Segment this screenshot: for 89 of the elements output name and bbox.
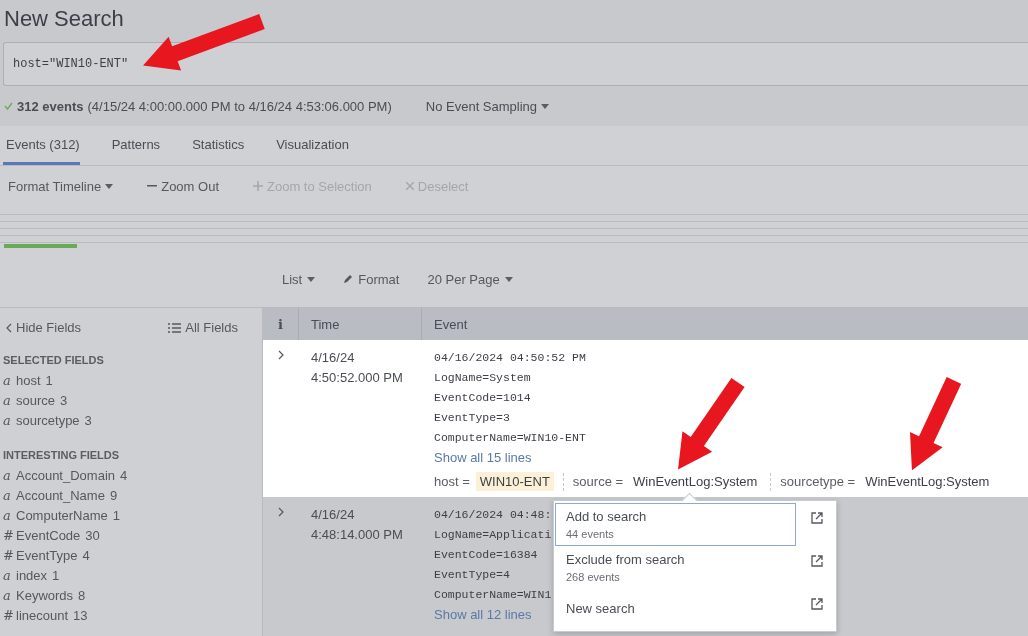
field-name[interactable]: Keywords	[16, 587, 74, 603]
toolbar-button[interactable]: Zoom Out	[147, 178, 219, 194]
section-heading: SELECTED FIELDS	[3, 354, 105, 366]
field-count: 3	[60, 392, 68, 408]
field-value[interactable]: WIN10-ENT	[475, 472, 554, 491]
event-line: EventCode=1014	[434, 390, 531, 406]
field-count: 1	[112, 507, 120, 523]
field-count: 8	[78, 587, 86, 603]
event-line: 04/16/2024 04:50:52 PM	[434, 350, 586, 366]
caret-icon	[307, 276, 316, 282]
field-count: 13	[73, 607, 88, 623]
field-count: 4	[82, 547, 90, 563]
event-line: EventType=3	[434, 410, 510, 426]
external-link-icon	[811, 555, 823, 567]
event-line: 04/16/2024 04:48:	[434, 507, 552, 523]
page-title: New Search	[3, 5, 125, 33]
field-count: 9	[109, 487, 118, 503]
field-count: 1	[52, 567, 60, 583]
check-icon	[4, 102, 13, 110]
plus-icon	[253, 181, 263, 191]
field-type: a	[3, 372, 11, 388]
chevron-right-icon[interactable]	[278, 507, 284, 517]
menu-item[interactable]: Exclude from search 268 events	[555, 546, 796, 589]
field-count: 3	[84, 412, 92, 428]
field-value[interactable]: WinEventLog:System	[629, 472, 762, 491]
field-name[interactable]: host	[16, 372, 41, 388]
field-type: a	[3, 487, 11, 503]
toolbar-button[interactable]: List	[282, 271, 316, 287]
tab[interactable]: Visualization	[276, 126, 349, 165]
field-type: a	[3, 392, 11, 408]
toolbar-button[interactable]: 20 Per Page	[427, 271, 513, 287]
caret-icon	[504, 276, 513, 282]
field-name[interactable]: sourcetype	[16, 412, 80, 428]
field-type: a	[3, 587, 11, 603]
chevron-left-icon	[6, 322, 12, 333]
event-line: ComputerName=WIN10-ENT	[434, 430, 586, 446]
field-key: sourcetype =	[780, 474, 856, 489]
column-header: Event	[433, 315, 469, 334]
event-line: EventCode=16384	[434, 547, 538, 563]
field-key: host =	[434, 474, 470, 489]
field-type: #	[3, 547, 11, 563]
caret-icon	[105, 183, 114, 189]
section-heading: INTERESTING FIELDS	[3, 449, 121, 461]
search-field[interactable]: host="WIN10-ENT"	[3, 42, 1028, 86]
external-link-icon	[811, 512, 823, 524]
field-count: 1	[45, 372, 53, 388]
field-type: a	[3, 412, 11, 428]
field-name[interactable]: Account_Domain	[16, 467, 115, 483]
toolbar-button[interactable]: Format	[343, 271, 400, 287]
toolbar-button[interactable]: Format Timeline	[8, 178, 114, 194]
field-key: source =	[572, 474, 624, 489]
field-type: a	[3, 507, 11, 523]
field-name[interactable]: EventType	[16, 547, 78, 563]
hide-fields-link[interactable]: Hide Fields	[6, 320, 82, 335]
field-type: a	[3, 467, 11, 483]
field-name[interactable]: source	[16, 392, 56, 408]
field-count: 4	[120, 467, 128, 483]
show-all-link[interactable]: Show all 12 lines	[434, 605, 532, 625]
minus-icon	[147, 185, 158, 187]
external-link-icon	[811, 598, 823, 610]
all-fields-link[interactable]: All Fields	[168, 320, 238, 335]
caret-icon	[541, 103, 550, 109]
time-cell-text: 4/16/24 4:50:52.000 PM	[310, 349, 404, 387]
chevron-right-icon[interactable]	[278, 350, 284, 360]
event-count: 312 events	[17, 98, 84, 114]
pencil-icon	[343, 274, 354, 284]
field-type: a	[3, 567, 11, 583]
field-type: #	[3, 527, 11, 543]
field-name[interactable]: Account_Name	[16, 487, 105, 503]
list-icon	[168, 322, 182, 333]
event-line: LogName=Applicati	[434, 527, 552, 543]
event-line: LogName=System	[434, 370, 531, 386]
field-type: #	[3, 607, 11, 623]
field-name[interactable]: index	[16, 567, 48, 583]
time-cell-text: 4/16/24 4:48:14.000 PM	[310, 506, 404, 544]
tab[interactable]: Statistics	[192, 126, 245, 165]
tab[interactable]: Patterns	[111, 126, 161, 165]
time-range: (4/15/24 4:00:00.000 PM to 4/16/24 4:53:06.000 PM)	[87, 98, 392, 114]
field-name[interactable]: ComputerName	[16, 507, 108, 523]
field-name[interactable]: linecount	[16, 607, 69, 623]
show-all-link[interactable]: Show all 15 lines	[434, 448, 532, 468]
event-line: EventType=4	[434, 567, 510, 583]
event-line: ComputerName=WIN1	[434, 587, 552, 603]
menu-item[interactable]: New search	[555, 589, 796, 627]
close-icon	[405, 182, 414, 190]
field-name[interactable]: EventCode	[16, 527, 81, 543]
field-value[interactable]: WinEventLog:System	[861, 472, 994, 491]
field-count: 30	[85, 527, 100, 543]
sampling-dropdown[interactable]: No Event Sampling	[425, 98, 550, 114]
